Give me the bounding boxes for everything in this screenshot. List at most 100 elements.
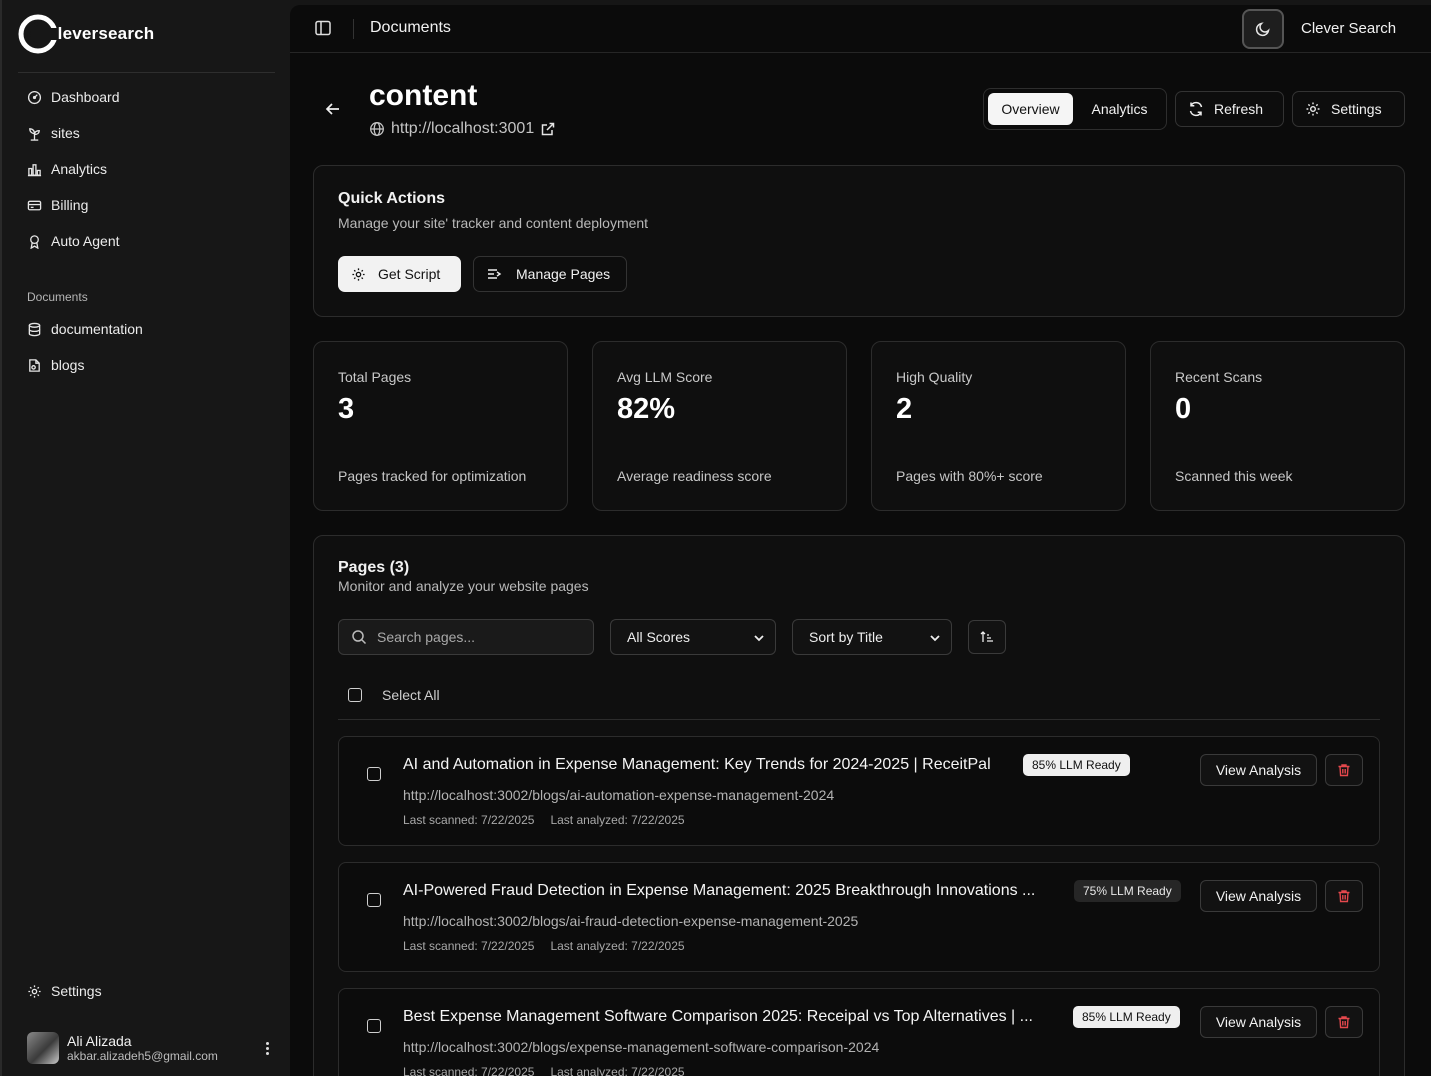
score-filter-select[interactable]: All Scores <box>610 619 776 655</box>
pages-title: Pages (3) <box>338 559 410 576</box>
last-analyzed: Last analyzed: 7/22/2025 <box>550 1065 685 1076</box>
delete-button[interactable] <box>1325 880 1363 912</box>
quick-actions-card: Quick Actions Manage your site' tracker … <box>313 165 1405 317</box>
brand-name: cleversearch <box>48 24 155 43</box>
sidebar-item-label: Billing <box>51 197 89 213</box>
moon-icon <box>1255 22 1270 37</box>
refresh-label: Refresh <box>1214 101 1264 117</box>
search-field[interactable] <box>338 619 594 655</box>
sidebar-footer: Settings <box>18 973 275 1009</box>
last-scanned: Last scanned: 7/22/2025 <box>403 1065 535 1076</box>
view-analysis-button[interactable]: View Analysis <box>1200 1006 1317 1038</box>
award-icon <box>30 234 39 249</box>
sidebar-toggle-icon[interactable] <box>314 19 332 37</box>
get-script-label: Get Script <box>378 266 441 282</box>
cleversearch-logo-icon <box>18 14 58 54</box>
sidebar: cleversearch Dashboard sites Analytics B… <box>0 0 290 1076</box>
sidebar-item-documentation[interactable]: documentation <box>18 311 275 347</box>
page-list-item[interactable]: AI and Automation in Expense Management:… <box>338 736 1380 846</box>
documents-heading: Documents <box>27 290 88 304</box>
gear-icon <box>28 984 41 998</box>
sidebar-item-billing[interactable]: Billing <box>18 187 275 223</box>
manage-pages-button[interactable]: Manage Pages <box>473 256 627 292</box>
tab-analytics[interactable]: Analytics <box>1077 93 1162 125</box>
pages-card: Pages (3) Monitor and analyze your websi… <box>313 535 1405 1076</box>
select-all-checkbox[interactable] <box>348 688 362 702</box>
stat-value: 2 <box>896 393 913 425</box>
view-analysis-button[interactable]: View Analysis <box>1200 880 1317 912</box>
page-item-meta: Last scanned: 7/22/2025 Last analyzed: 7… <box>403 939 685 953</box>
last-scanned: Last scanned: 7/22/2025 <box>403 939 535 953</box>
quick-actions-description: Manage your site' tracker and content de… <box>338 215 649 231</box>
refresh-button[interactable]: Refresh <box>1175 91 1284 127</box>
last-scanned: Last scanned: 7/22/2025 <box>403 813 535 827</box>
page-item-meta: Last scanned: 7/22/2025 Last analyzed: 7… <box>403 813 685 827</box>
site-url: http://localhost:3001 <box>369 120 556 138</box>
view-tabs: Overview Analytics <box>983 88 1167 130</box>
trash-icon <box>1338 764 1350 777</box>
sort-direction-button[interactable] <box>968 620 1006 654</box>
row-checkbox[interactable] <box>367 893 381 907</box>
main-content: Documents Clever Search content http://l… <box>290 5 1431 1076</box>
manage-pages-label: Manage Pages <box>516 266 611 282</box>
gear-icon <box>352 267 365 281</box>
theme-toggle-button[interactable] <box>1242 9 1284 49</box>
brand-logo[interactable]: cleversearch <box>18 12 154 56</box>
delete-button[interactable] <box>1325 754 1363 786</box>
select-all[interactable]: Select All <box>348 687 440 703</box>
page-item-title[interactable]: Best Expense Management Software Compari… <box>403 1008 1033 1026</box>
sidebar-divider <box>18 72 275 73</box>
sidebar-item-sites[interactable]: sites <box>18 115 275 151</box>
external-link-icon[interactable] <box>540 121 556 137</box>
row-checkbox[interactable] <box>367 767 381 781</box>
sidebar-item-label: Settings <box>51 983 102 999</box>
topbar-separator <box>353 19 354 39</box>
page-list-item[interactable]: Best Expense Management Software Compari… <box>338 988 1380 1076</box>
sidebar-item-dashboard[interactable]: Dashboard <box>18 79 275 115</box>
gear-icon <box>1306 102 1320 116</box>
chevron-down-icon <box>754 635 764 642</box>
get-script-button[interactable]: Get Script <box>338 256 461 292</box>
sprout-icon <box>29 127 40 141</box>
page-item-url: http://localhost:3002/blogs/ai-fraud-det… <box>403 913 859 929</box>
more-vertical-icon[interactable] <box>257 1041 277 1055</box>
sidebar-item-label: Auto Agent <box>51 233 120 249</box>
globe-icon <box>370 122 384 136</box>
page-item-url: http://localhost:3002/blogs/expense-mana… <box>403 1039 880 1055</box>
row-checkbox[interactable] <box>367 1019 381 1033</box>
topbar: Documents Clever Search <box>290 5 1431 53</box>
stat-card-recent-scans: Recent Scans 0 Scanned this week <box>1150 341 1405 511</box>
topbar-brand[interactable]: Clever Search <box>1301 20 1396 37</box>
tab-overview[interactable]: Overview <box>988 93 1073 125</box>
stat-card-total-pages: Total Pages 3 Pages tracked for optimiza… <box>313 341 568 511</box>
select-all-label: Select All <box>382 687 440 703</box>
last-analyzed: Last analyzed: 7/22/2025 <box>550 939 685 953</box>
back-arrow-icon[interactable] <box>324 100 342 118</box>
sidebar-item-auto-agent[interactable]: Auto Agent <box>18 223 275 259</box>
stat-card-avg-llm-score: Avg LLM Score 82% Average readiness scor… <box>592 341 847 511</box>
sort-ascending-icon <box>980 631 993 642</box>
stat-value: 82% <box>617 393 676 425</box>
search-input[interactable] <box>377 629 577 645</box>
delete-button[interactable] <box>1325 1006 1363 1038</box>
sort-select[interactable]: Sort by Title <box>792 619 952 655</box>
last-analyzed: Last analyzed: 7/22/2025 <box>550 813 685 827</box>
score-filter-value: All Scores <box>627 629 691 645</box>
user-profile[interactable]: Ali Alizada akbar.alizadeh5@gmail.com <box>27 1030 277 1066</box>
page-list-item[interactable]: AI-Powered Fraud Detection in Expense Ma… <box>338 862 1380 972</box>
llm-score-badge: 85% LLM Ready <box>1023 754 1130 776</box>
refresh-icon <box>1189 101 1203 117</box>
stat-subtext: Pages tracked for optimization <box>338 468 527 484</box>
settings-button[interactable]: Settings <box>1292 91 1405 127</box>
user-name: Ali Alizada <box>67 1033 132 1049</box>
page-item-title[interactable]: AI-Powered Fraud Detection in Expense Ma… <box>403 882 1035 900</box>
sidebar-item-blogs[interactable]: blogs <box>18 347 275 383</box>
sidebar-item-analytics[interactable]: Analytics <box>18 151 275 187</box>
sidebar-item-settings[interactable]: Settings <box>18 973 275 1009</box>
stat-subtext: Scanned this week <box>1175 468 1293 484</box>
page-item-title[interactable]: AI and Automation in Expense Management:… <box>403 756 991 774</box>
stat-label: High Quality <box>896 369 973 385</box>
stat-label: Recent Scans <box>1175 369 1263 385</box>
view-analysis-button[interactable]: View Analysis <box>1200 754 1317 786</box>
stat-subtext: Average readiness score <box>617 468 772 484</box>
